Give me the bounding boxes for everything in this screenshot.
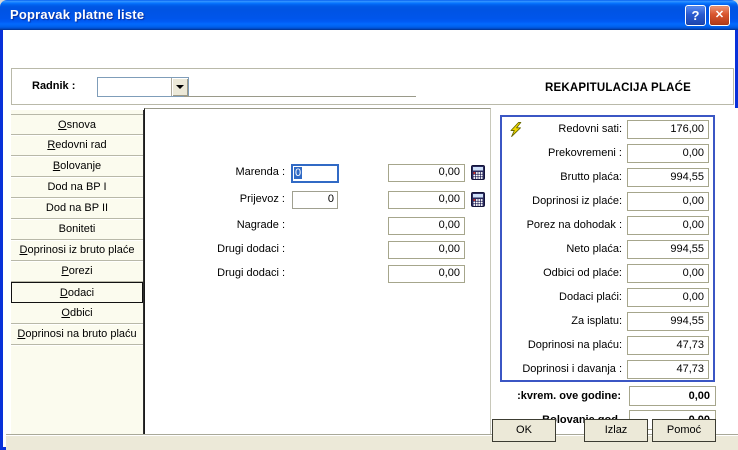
prijevoz-amount-field[interactable]: 0,00: [388, 191, 465, 209]
sidebar-item-doprinosi-na-bruto-placu[interactable]: Doprinosi na bruto plaću: [11, 324, 143, 345]
summary-row: Brutto plaća:994,55: [502, 167, 713, 187]
izlaz-button[interactable]: Izlaz: [584, 419, 648, 442]
prijevoz-label: Prijevoz :: [145, 193, 285, 205]
marenda-input-selected-text: 0: [294, 167, 302, 179]
title-bar[interactable]: Popravak platne liste ? ✕: [0, 0, 738, 30]
recap-summary-box: Redovni sati:176,00 Prekovremeni :0,00 B…: [500, 115, 715, 382]
form-row-drugi-dodaci-2: Drugi dodaci : 0,00: [145, 265, 490, 285]
nagrade-label: Nagrade :: [145, 219, 285, 231]
summary-value-box: 0,00: [627, 144, 709, 163]
prijevoz-input[interactable]: 0: [292, 191, 338, 209]
combo-dropdown-button[interactable]: [171, 78, 188, 96]
summary-value-box: 0,00: [627, 216, 709, 235]
form-row-drugi-dodaci-1: Drugi dodaci : 0,00: [145, 241, 490, 261]
pomoc-button[interactable]: Pomoć: [652, 419, 716, 442]
help-icon[interactable]: ?: [685, 5, 706, 26]
summary-value-box: 47,73: [627, 360, 709, 379]
sidebar-tabs: Osnova Redovni rad Bolovanje Dod na BP I…: [11, 110, 144, 434]
sidebar-item-dod-na-bp-2[interactable]: Dod na BP II: [11, 198, 143, 219]
worker-label: Radnik :: [32, 80, 75, 92]
summary-value-box: 0,00: [627, 264, 709, 283]
form-row-prijevoz: Prijevoz : 0 0,00: [145, 191, 490, 211]
drugi-dodaci-2-label: Drugi dodaci :: [145, 267, 285, 279]
summary-row: Doprinosi i davanja :47,73: [502, 359, 713, 379]
drugi-dodaci-2-amount-field[interactable]: 0,00: [388, 265, 465, 283]
worker-header-panel: Radnik : REKAPITULACIJA PLAĆE: [11, 68, 734, 105]
form-row-marenda: Marenda : 0 0,00: [145, 164, 490, 184]
summary-row: Za isplatu:994,55: [502, 311, 713, 331]
summary-row: Prekovremeni :0,00: [502, 143, 713, 163]
dialog-popravak-platne-liste: Popravak platne liste ? ✕ Radnik : REKAP…: [0, 0, 738, 450]
summary-row: Redovni sati:176,00: [502, 119, 713, 139]
ok-button[interactable]: OK: [492, 419, 556, 442]
summary-value-box: 994,55: [627, 168, 709, 187]
calculator-icon[interactable]: [471, 192, 485, 207]
summary-label: Redovni sati:: [502, 123, 627, 135]
summary-value-box: 0,00: [627, 192, 709, 211]
summary-value-box: 994,55: [627, 312, 709, 331]
summary-label: Odbici od plaće:: [502, 267, 627, 279]
worker-combobox-value[interactable]: [98, 78, 171, 96]
total-row-prekovremeni-godina: :kvrem. ove godine: 0,00: [491, 386, 738, 406]
calculator-icon[interactable]: [471, 165, 485, 180]
marenda-amount-field[interactable]: 0,00: [388, 164, 465, 182]
marenda-input[interactable]: 0: [291, 164, 339, 183]
marenda-label: Marenda :: [145, 166, 285, 178]
summary-label: Prekovremeni :: [502, 147, 627, 159]
summary-row: Doprinosi na plaću:47,73: [502, 335, 713, 355]
summary-label: Dodaci plaći:: [502, 291, 627, 303]
sidebar-item-boniteti[interactable]: Boniteti: [11, 219, 143, 240]
chevron-down-icon: [176, 85, 184, 89]
sidebar-item-bolovanje[interactable]: Bolovanje: [11, 156, 143, 177]
window-title: Popravak platne liste: [10, 7, 144, 22]
nagrade-amount-field[interactable]: 0,00: [388, 217, 465, 235]
summary-label: Brutto plaća:: [502, 171, 627, 183]
sidebar-item-osnova[interactable]: Osnova: [11, 114, 143, 135]
summary-row: Odbici od plaće:0,00: [502, 263, 713, 283]
total-label: :kvrem. ove godine:: [491, 390, 629, 402]
form-row-nagrade: Nagrade : 0,00: [145, 217, 490, 237]
sidebar-item-dodaci[interactable]: Dodaci: [11, 282, 143, 303]
sidebar-item-odbici[interactable]: Odbici: [11, 303, 143, 324]
total-value-box: 0,00: [629, 386, 716, 406]
drugi-dodaci-1-amount-field[interactable]: 0,00: [388, 241, 465, 259]
summary-row: Dodaci plaći:0,00: [502, 287, 713, 307]
sidebar-item-doprinosi-iz-bruto-place[interactable]: Doprinosi iz bruto plaće: [11, 240, 143, 261]
summary-value-box: 0,00: [627, 288, 709, 307]
sidebar-item-porezi[interactable]: Porezi: [11, 261, 143, 282]
summary-value-box: 176,00: [627, 120, 709, 139]
summary-label: Doprinosi na plaću:: [502, 339, 627, 351]
summary-label: Porez na dohodak :: [502, 219, 627, 231]
sidebar-item-dod-na-bp-1[interactable]: Dod na BP I: [11, 177, 143, 198]
recap-region: Redovni sati:176,00 Prekovremeni :0,00 B…: [491, 108, 738, 434]
summary-label: Doprinosi iz plaće:: [502, 195, 627, 207]
summary-row: Neto plaća:994,55: [502, 239, 713, 259]
summary-row: Porez na dohodak :0,00: [502, 215, 713, 235]
drugi-dodaci-1-label: Drugi dodaci :: [145, 243, 285, 255]
summary-label: Za isplatu:: [502, 315, 627, 327]
summary-value-box: 47,73: [627, 336, 709, 355]
sidebar-item-redovni-rad[interactable]: Redovni rad: [11, 135, 143, 156]
summary-label: Neto plaća:: [502, 243, 627, 255]
recap-title: REKAPITULACIJA PLAĆE: [512, 82, 724, 94]
summary-label: Doprinosi i davanja :: [502, 363, 627, 375]
summary-value-box: 994,55: [627, 240, 709, 259]
summary-row: Doprinosi iz plaće:0,00: [502, 191, 713, 211]
worker-combobox[interactable]: [97, 77, 189, 97]
dialog-body: Radnik : REKAPITULACIJA PLAĆE Osnova Red…: [0, 30, 738, 450]
worker-name-underline: [184, 96, 416, 97]
dodaci-form-panel: Marenda : 0 0,00 Prijevoz : 0 0,00: [144, 108, 491, 434]
close-icon[interactable]: ✕: [709, 5, 730, 26]
